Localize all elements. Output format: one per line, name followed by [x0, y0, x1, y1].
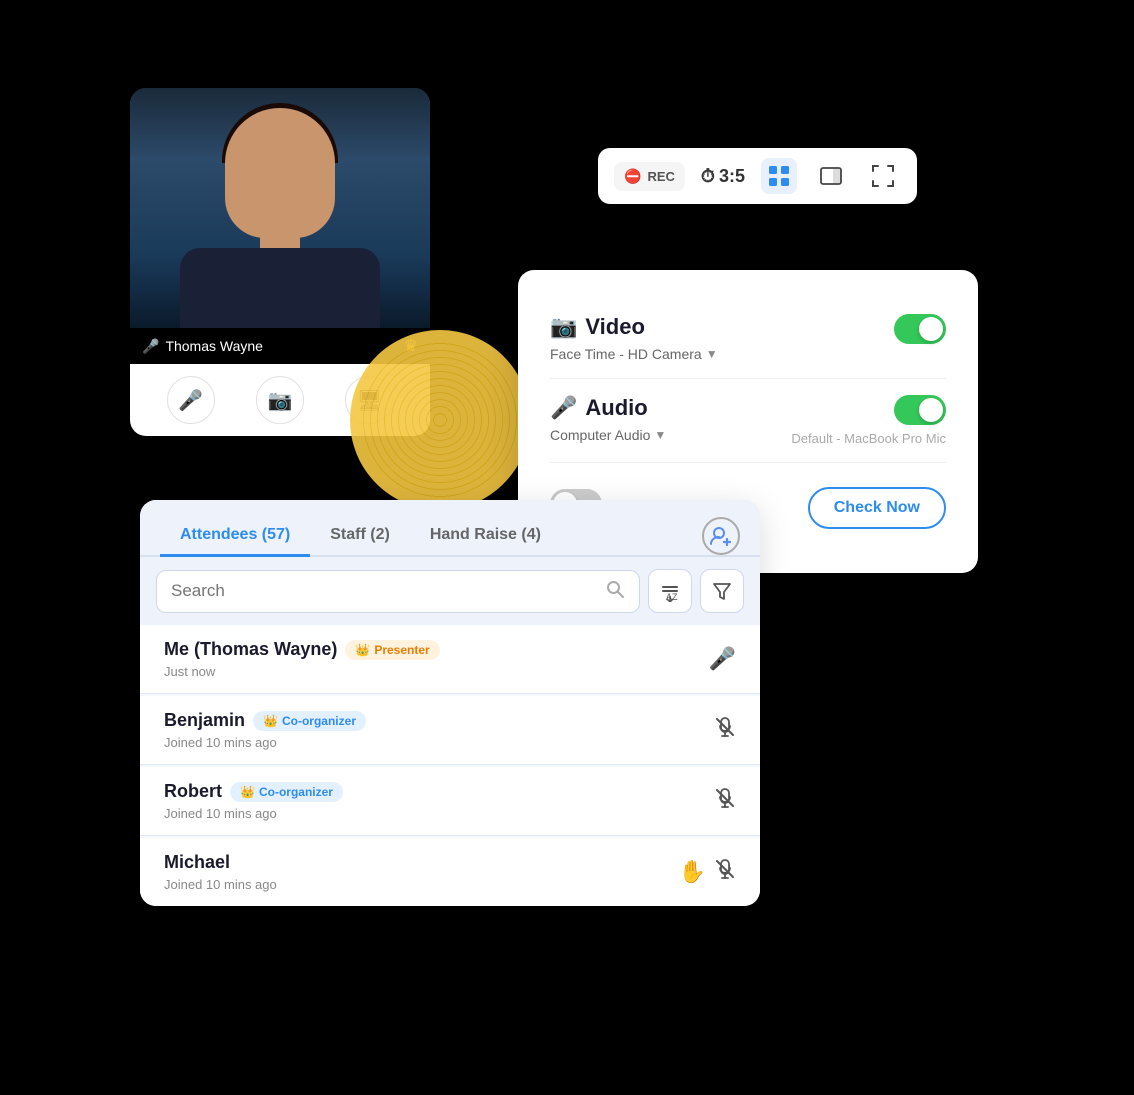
timer-value: 3:5	[719, 166, 745, 187]
sidebar-view-button[interactable]	[813, 158, 849, 194]
svg-text:Z: Z	[672, 592, 678, 602]
tab-hand-raise[interactable]: Hand Raise (4)	[410, 516, 561, 557]
search-icon	[605, 579, 625, 604]
audio-device-label: Default - MacBook Pro Mic	[791, 431, 946, 446]
attendee-list: Me (Thomas Wayne) 👑 Presenter Just now 🎤…	[140, 625, 760, 906]
video-camera-icon: 📷	[550, 314, 577, 340]
video-source-label: Face Time - HD Camera	[550, 346, 702, 362]
camera-control-button[interactable]: 📷	[256, 376, 304, 424]
attendee-name-row-me: Me (Thomas Wayne) 👑 Presenter	[164, 639, 440, 660]
mic-muted-icon-robert	[714, 787, 736, 815]
co-organizer-badge-robert: 👑 Co-organizer	[230, 782, 343, 802]
tab-staff[interactable]: Staff (2)	[310, 516, 410, 557]
mic-icon: 🎤	[142, 338, 159, 355]
audio-toggle-knob	[919, 398, 943, 422]
attendees-panel: Attendees (57) Staff (2) Hand Raise (4)	[140, 500, 760, 906]
chevron-down-icon[interactable]: ▼	[706, 347, 718, 361]
audio-source-row: Computer Audio ▼	[550, 427, 666, 443]
attendee-time-me: Just now	[164, 664, 440, 679]
rec-slash-icon: ⛔	[624, 168, 641, 185]
fullscreen-button[interactable]	[865, 158, 901, 194]
attendee-item: Me (Thomas Wayne) 👑 Presenter Just now 🎤	[140, 625, 760, 694]
grid-view-button[interactable]	[761, 158, 797, 194]
audio-settings-title: 🎤 Audio	[550, 395, 666, 421]
video-settings-left: 📷 Video Face Time - HD Camera ▼	[550, 314, 718, 362]
sort-button[interactable]: A Z	[648, 569, 692, 613]
presenter-badge: 👑 Presenter	[345, 640, 439, 660]
attendee-name-me: Me (Thomas Wayne)	[164, 639, 337, 660]
attendee-item: Robert 👑 Co-organizer Joined 10 mins ago	[140, 767, 760, 836]
audio-mic-icon: 🎤	[550, 395, 577, 421]
attendee-name-benjamin: Benjamin	[164, 710, 245, 731]
mic-muted-icon-benjamin	[714, 716, 736, 744]
decorative-blob	[350, 330, 530, 510]
attendee-info-benjamin: Benjamin 👑 Co-organizer Joined 10 mins a…	[164, 710, 366, 750]
attendee-info-me: Me (Thomas Wayne) 👑 Presenter Just now	[164, 639, 440, 679]
attendee-name-row-robert: Robert 👑 Co-organizer	[164, 781, 343, 802]
mic-on-icon: 🎤	[709, 646, 736, 672]
toolbar: ⛔ REC ⏱ 3:5	[598, 148, 917, 204]
attendee-info-michael: Michael Joined 10 mins ago	[164, 852, 277, 892]
filter-button[interactable]	[700, 569, 744, 613]
video-settings-title: 📷 Video	[550, 314, 718, 340]
audio-settings-left: 🎤 Audio Computer Audio ▼	[550, 395, 666, 443]
audio-toggle[interactable]	[894, 395, 946, 425]
video-settings-row: 📷 Video Face Time - HD Camera ▼	[550, 298, 946, 379]
video-toggle[interactable]	[894, 314, 946, 344]
search-bar-row: A Z	[140, 557, 760, 625]
attendee-item: Michael Joined 10 mins ago ✋	[140, 838, 760, 906]
check-now-button[interactable]: Check Now	[808, 487, 946, 529]
crown-co-icon: 👑	[263, 714, 278, 728]
person-video	[130, 88, 430, 328]
tabs-bar: Attendees (57) Staff (2) Hand Raise (4)	[140, 500, 760, 557]
person-name: Thomas Wayne	[165, 338, 263, 354]
search-input[interactable]	[171, 581, 597, 601]
attendee-time-michael: Joined 10 mins ago	[164, 877, 277, 892]
rec-button[interactable]: ⛔ REC	[614, 162, 685, 191]
timer-icon: ⏱	[701, 166, 715, 187]
attendee-name-michael: Michael	[164, 852, 230, 873]
video-thumbnail	[130, 88, 430, 328]
audio-source-label: Computer Audio	[550, 427, 650, 443]
attendee-time-robert: Joined 10 mins ago	[164, 806, 343, 821]
video-source-row: Face Time - HD Camera ▼	[550, 346, 718, 362]
name-left: 🎤 Thomas Wayne	[142, 338, 263, 355]
attendee-info-robert: Robert 👑 Co-organizer Joined 10 mins ago	[164, 781, 343, 821]
audio-settings-row: 🎤 Audio Computer Audio ▼ Default - MacBo…	[550, 379, 946, 463]
timer-display: ⏱ 3:5	[701, 166, 745, 187]
attendee-name-row-benjamin: Benjamin 👑 Co-organizer	[164, 710, 366, 731]
rec-label: REC	[647, 169, 674, 184]
attendee-name-row-michael: Michael	[164, 852, 277, 873]
attendee-time-benjamin: Joined 10 mins ago	[164, 735, 366, 750]
attendee-item: Benjamin 👑 Co-organizer Joined 10 mins a…	[140, 696, 760, 765]
person-body	[180, 248, 380, 328]
tab-attendees[interactable]: Attendees (57)	[160, 516, 310, 557]
audio-chevron-icon[interactable]: ▼	[654, 428, 666, 442]
toggle-knob	[919, 317, 943, 341]
crown-co-icon-robert: 👑	[240, 785, 255, 799]
search-input-wrap	[156, 570, 640, 613]
person-face	[225, 108, 335, 238]
co-organizer-badge-benjamin: 👑 Co-organizer	[253, 711, 366, 731]
mic-muted-icon-michael	[714, 858, 736, 886]
mic-control-button[interactable]: 🎤	[167, 376, 215, 424]
attendee-name-robert: Robert	[164, 781, 222, 802]
add-attendee-button[interactable]	[702, 517, 740, 555]
crown-badge-icon: 👑	[355, 643, 370, 657]
hand-raise-icon: ✋	[679, 859, 706, 885]
